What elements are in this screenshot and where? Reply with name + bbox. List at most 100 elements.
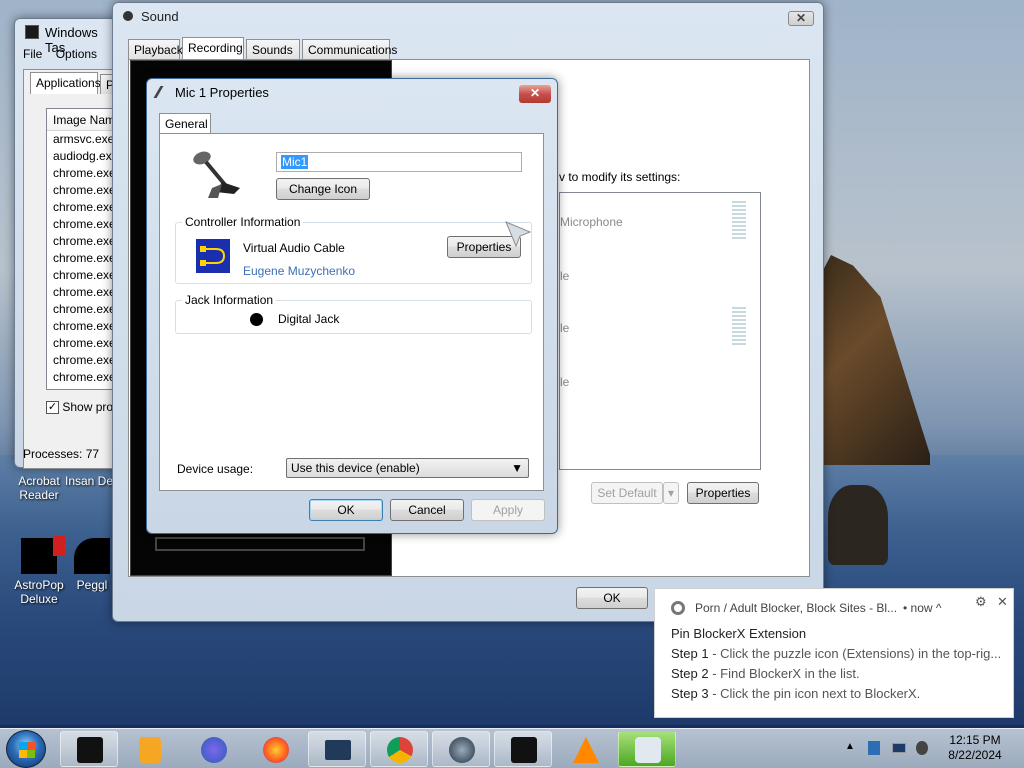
tab-applications[interactable]: Applications: [30, 72, 101, 94]
taskbar-app-vlc[interactable]: [556, 731, 614, 767]
notification-time: • now ^: [903, 601, 942, 615]
microphone-icon: [153, 86, 175, 98]
menu-options[interactable]: Options: [56, 47, 97, 61]
speaker-icon: [123, 11, 133, 21]
peggle-icon: [74, 538, 110, 574]
close-icon[interactable]: ✕: [788, 11, 814, 26]
taskbar-app-terminal[interactable]: [60, 731, 118, 767]
wallpaper-rock: [828, 485, 888, 565]
tab-communications[interactable]: Communications: [302, 39, 397, 59]
tab-general[interactable]: General: [159, 113, 211, 135]
wallpaper-cliff: [820, 255, 930, 465]
apply-button[interactable]: Apply: [471, 499, 545, 521]
firefox-dev-icon: [201, 737, 227, 763]
step-text: - Click the puzzle icon (Extensions) in …: [708, 646, 1002, 661]
step-text: - Click the pin icon next to BlockerX.: [708, 686, 921, 701]
mic-properties-dialog[interactable]: Mic 1 Properties ✕ General Mic1 Change I…: [146, 78, 558, 534]
tray-app-icon[interactable]: [868, 741, 880, 755]
taskbar-app-computer[interactable]: [308, 731, 366, 767]
taskbar-app-installer[interactable]: [618, 731, 676, 767]
step-label: Step 3: [671, 686, 709, 701]
device-properties-button[interactable]: Properties: [687, 482, 759, 504]
gear-icon[interactable]: ⚙: [975, 594, 987, 610]
set-default-dropdown[interactable]: ▾: [663, 482, 679, 504]
desktop-icon-insan[interactable]: Insan De: [64, 474, 114, 488]
installer-icon: [635, 737, 661, 763]
controller-group-title: Controller Information: [182, 215, 304, 229]
notification-source: Porn / Adult Blocker, Block Sites - Bl..…: [695, 601, 898, 615]
jack-name: Digital Jack: [278, 312, 340, 326]
recording-device-list[interactable]: Microphone le le le: [559, 192, 761, 470]
jack-group-title: Jack Information: [182, 293, 277, 307]
notification-step: Step 2 - Find BlockerX in the list.: [671, 666, 860, 681]
clock-time: 12:15 PM: [949, 733, 1001, 747]
clock-date: 8/22/2024: [948, 748, 1002, 762]
astropop-icon: [21, 536, 65, 574]
desktop-icon-label: Peggl: [76, 578, 108, 592]
close-icon[interactable]: ✕: [997, 594, 1008, 610]
vlc-icon: [573, 737, 599, 763]
device-microphone-label: Microphone: [560, 215, 623, 229]
step-label: Step 1: [671, 646, 709, 661]
mic-titlebar[interactable]: Mic 1 Properties: [147, 79, 557, 107]
sound-ok-button[interactable]: OK: [576, 587, 648, 609]
start-button[interactable]: [6, 730, 46, 768]
cancel-button[interactable]: Cancel: [390, 499, 464, 521]
close-icon[interactable]: ✕: [519, 85, 551, 103]
clock[interactable]: 12:15 PM 8/22/2024: [940, 733, 1010, 763]
sound-title: Sound: [141, 9, 179, 24]
taskbar-app-monitor[interactable]: [494, 731, 552, 767]
device-partial-label: le: [560, 321, 570, 335]
sound-tabs: Playback Recording Sounds Communications: [128, 37, 810, 59]
notification-step: Step 3 - Click the pin icon next to Bloc…: [671, 686, 920, 701]
recording-instruction: v to modify its settings:: [559, 170, 681, 184]
taskbar-app-firefox[interactable]: [246, 731, 304, 767]
task-manager-menubar: File Options: [23, 47, 97, 61]
notification-toast[interactable]: Porn / Adult Blocker, Block Sites - Bl..…: [654, 588, 1014, 718]
dark-panel-frame: [155, 537, 365, 551]
task-manager-titlebar[interactable]: Windows Tas: [15, 19, 123, 55]
desktop-icon-peggle[interactable]: Peggl: [70, 538, 114, 592]
firefox-icon: [263, 737, 289, 763]
mouse-cursor-icon: [505, 221, 532, 248]
menu-file[interactable]: File: [23, 47, 42, 61]
chevron-down-icon: ▾: [667, 486, 675, 500]
tab-sounds[interactable]: Sounds: [246, 39, 300, 59]
desktop-icon-label: Acrobat Reader: [18, 474, 60, 502]
device-name-input[interactable]: [276, 152, 522, 172]
set-default-button[interactable]: Set Default: [591, 482, 663, 504]
tray-chevron-up-icon[interactable]: ▲: [845, 741, 855, 752]
level-meter: [732, 201, 746, 241]
tab-playback[interactable]: Playback: [128, 39, 183, 59]
taskbar: ▲ 12:15 PM 8/22/2024: [0, 728, 1024, 768]
step-label: Step 2: [671, 666, 709, 681]
taskbar-app-sound[interactable]: [432, 731, 490, 767]
chrome-icon: [387, 737, 413, 763]
speaker-icon: [449, 737, 475, 763]
desktop-icon-astropop[interactable]: AstroPop Deluxe: [4, 536, 74, 606]
general-panel: Mic1 Change Icon Controller Information …: [159, 133, 544, 491]
mic-tab-container: General Mic1 Change Icon Controller Info…: [157, 111, 549, 491]
taskbar-app-firefox-dev[interactable]: [184, 731, 242, 767]
step-text: - Find BlockerX in the list.: [708, 666, 860, 681]
ok-button[interactable]: OK: [309, 499, 383, 521]
terminal-icon: [77, 737, 103, 763]
taskbar-app-media[interactable]: [120, 731, 178, 767]
sound-titlebar[interactable]: Sound: [113, 3, 823, 31]
show-processes-checkbox[interactable]: ✓: [46, 401, 59, 415]
change-icon-button[interactable]: Change Icon: [276, 178, 370, 200]
device-usage-select[interactable]: Use this device (enable) ▼: [286, 458, 529, 478]
desktop-icon-label: Insan De: [64, 474, 114, 488]
task-manager-window[interactable]: Windows Tas File Options Applications P …: [14, 18, 126, 469]
tab-recording[interactable]: Recording: [182, 37, 244, 59]
controller-vendor-link[interactable]: Eugene Muzychenko: [243, 264, 355, 278]
jack-color-icon: [250, 313, 263, 326]
media-player-icon: [139, 737, 161, 763]
device-partial-label: le: [560, 375, 570, 389]
volume-icon[interactable]: [916, 741, 928, 755]
controller-group: Controller Information Virtual Audio Cab…: [175, 215, 532, 284]
windows-logo-icon: [19, 742, 35, 758]
network-icon[interactable]: [892, 743, 906, 753]
taskbar-app-chrome[interactable]: [370, 731, 428, 767]
process-count: Processes: 77: [23, 447, 100, 461]
